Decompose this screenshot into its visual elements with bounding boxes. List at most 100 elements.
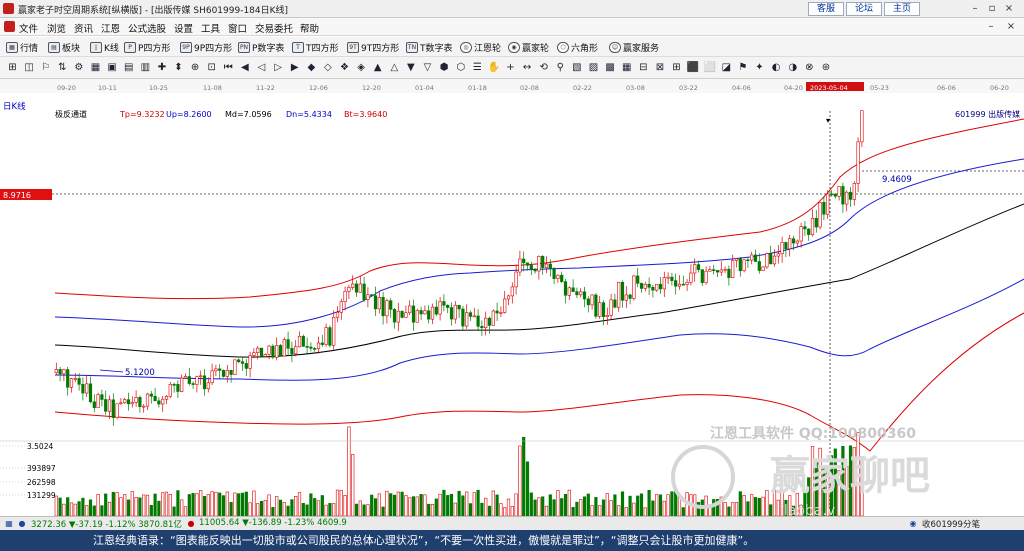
draw-tool-icon-5[interactable]: ▦: [89, 61, 102, 74]
draw-tool-icon-3[interactable]: ⇅: [56, 61, 69, 74]
watermark-brand: 赢家聊吧: [770, 453, 930, 499]
p-square-button[interactable]: P P四方形: [124, 40, 170, 54]
volume-bar: [62, 503, 66, 516]
draw-tool-icon-28[interactable]: ☰: [471, 61, 484, 74]
9t-square-button[interactable]: 9T 9T四方形: [347, 40, 399, 54]
menu-gann[interactable]: 江恩: [101, 21, 120, 35]
draw-tool-icon-33[interactable]: ⚲: [554, 61, 567, 74]
sector-button[interactable]: ▤ 板块: [48, 40, 80, 54]
draw-tool-icon-19[interactable]: ◇: [321, 61, 334, 74]
draw-tool-icon-15[interactable]: ◁: [255, 61, 268, 74]
gann-wheel-button[interactable]: ◎ 江恩轮: [460, 40, 501, 54]
draw-tool-icon-38[interactable]: ⊟: [637, 61, 650, 74]
candle-body: [104, 399, 108, 412]
menu-settings[interactable]: 设置: [174, 21, 193, 35]
forum-link[interactable]: 论坛: [846, 2, 882, 16]
draw-tool-icon-7[interactable]: ▤: [122, 61, 135, 74]
candle-body: [480, 326, 484, 329]
draw-tool-icon-12[interactable]: ⊡: [205, 61, 218, 74]
kline-chart[interactable]: 09-20 10-11 10-25 11-08 11-22 12-06 12-20 01-04…: [0, 79, 1024, 516]
9p-square-button[interactable]: 9P 9P四方形: [180, 40, 232, 54]
draw-tool-icon-44[interactable]: ⚑: [736, 61, 749, 74]
kline-chart-panel[interactable]: 09-20 10-11 10-25 11-08 11-22 12-06 12-20 01-04…: [0, 79, 1024, 516]
winner-wheel-button[interactable]: ◉ 赢家轮: [508, 40, 549, 54]
draw-tool-icon-16[interactable]: ▷: [272, 61, 285, 74]
draw-tool-icon-42[interactable]: ⬜: [703, 61, 716, 74]
draw-tool-icon-29[interactable]: ✋: [487, 61, 500, 74]
menu-help[interactable]: 帮助: [300, 21, 319, 35]
menu-browse[interactable]: 浏览: [47, 21, 66, 35]
draw-tool-icon-46[interactable]: ◐: [770, 61, 783, 74]
menu-tools[interactable]: 工具: [201, 21, 220, 35]
draw-tool-icon-9[interactable]: ✚: [155, 61, 168, 74]
hexagon-button[interactable]: ⬡ 六角形: [557, 40, 598, 54]
menu-news[interactable]: 资讯: [74, 21, 93, 35]
draw-tool-icon-8[interactable]: ▥: [139, 61, 152, 74]
draw-tool-icon-10[interactable]: ⬍: [172, 61, 185, 74]
draw-tool-icon-36[interactable]: ▩: [604, 61, 617, 74]
candle-body: [457, 304, 461, 310]
draw-tool-icon-6[interactable]: ▣: [106, 61, 119, 74]
winner-service-button[interactable]: ☺ 赢家服务: [609, 40, 659, 54]
draw-tool-icon-21[interactable]: ◈: [355, 61, 368, 74]
restore-icon[interactable]: ▫: [985, 2, 999, 16]
draw-tool-icon-2[interactable]: ⚐: [39, 61, 52, 74]
draw-tool-icon-30[interactable]: +: [504, 61, 517, 74]
draw-tool-icon-13[interactable]: ⏮: [222, 61, 235, 74]
draw-tool-icon-4[interactable]: ⚙: [72, 61, 85, 74]
candle-body: [324, 327, 328, 345]
draw-tool-icon-34[interactable]: ▧: [570, 61, 583, 74]
menu-window[interactable]: 窗口: [228, 21, 247, 35]
draw-tool-icon-32[interactable]: ⟲: [537, 61, 550, 74]
volume-bar: [529, 492, 533, 516]
draw-tool-icon-25[interactable]: ▽: [421, 61, 434, 74]
candle-body: [126, 399, 131, 405]
menu-formula[interactable]: 公式选股: [128, 21, 166, 35]
draw-tool-icon-49[interactable]: ⊛: [819, 61, 832, 74]
menu-trade[interactable]: 交易委托: [255, 21, 293, 35]
candle-body: [586, 298, 590, 306]
draw-tool-icon-47[interactable]: ◑: [786, 61, 799, 74]
draw-tool-icon-14[interactable]: ◀: [238, 61, 251, 74]
mdi-minimize-icon[interactable]: –: [984, 20, 998, 34]
date-tick-label: 12-06: [309, 84, 328, 92]
home-link[interactable]: 主页: [884, 2, 920, 16]
gann-quote-ticker: 江恩经典语录：“图表能反映出一切股市或公司股民的总体心理状况”，“不要一次性买进…: [0, 530, 1024, 551]
customer-service-link[interactable]: 客服: [808, 2, 844, 16]
kline-button[interactable]: ǀ K线: [90, 40, 119, 54]
draw-tool-icon-17[interactable]: ▶: [288, 61, 301, 74]
draw-tool-icon-43[interactable]: ◪: [720, 61, 733, 74]
draw-tool-icon-48[interactable]: ⊗: [803, 61, 816, 74]
draw-tool-icon-11[interactable]: ⊕: [189, 61, 202, 74]
minimize-icon[interactable]: –: [968, 2, 982, 16]
t-square-button[interactable]: T T四方形: [292, 40, 339, 54]
volume-bar: [537, 497, 541, 516]
candle-body: [66, 369, 70, 388]
draw-tool-icon-20[interactable]: ❖: [338, 61, 351, 74]
draw-tool-icon-35[interactable]: ▨: [587, 61, 600, 74]
p-number-button[interactable]: PN P数字表: [238, 40, 284, 54]
draw-tool-icon-37[interactable]: ▦: [620, 61, 633, 74]
draw-tool-icon-0[interactable]: ⊞: [6, 61, 19, 74]
menu-file[interactable]: 文件: [19, 21, 38, 35]
quotes-button[interactable]: ▦ 行情: [6, 40, 38, 54]
mdi-close-icon[interactable]: ×: [1004, 20, 1018, 34]
draw-tool-icon-40[interactable]: ⊞: [670, 61, 683, 74]
draw-tool-icon-1[interactable]: ◫: [23, 61, 36, 74]
draw-tool-icon-24[interactable]: ▼: [404, 61, 417, 74]
t-number-button[interactable]: TN T数字表: [406, 40, 453, 54]
draw-tool-icon-18[interactable]: ◆: [305, 61, 318, 74]
draw-tool-icon-41[interactable]: ⬛: [687, 61, 700, 74]
draw-tool-icon-26[interactable]: ⬢: [438, 61, 451, 74]
status-radio-icon[interactable]: ◉: [908, 519, 918, 529]
draw-tool-icon-27[interactable]: ⬡: [454, 61, 467, 74]
draw-tool-icon-45[interactable]: ✦: [753, 61, 766, 74]
candle-body: [639, 283, 644, 289]
candle-body: [518, 258, 522, 273]
draw-tool-icon-22[interactable]: ▲: [371, 61, 384, 74]
candle-body: [377, 297, 381, 310]
draw-tool-icon-39[interactable]: ⊠: [653, 61, 666, 74]
draw-tool-icon-23[interactable]: △: [388, 61, 401, 74]
draw-tool-icon-31[interactable]: ↔: [521, 61, 534, 74]
close-icon[interactable]: ×: [1002, 2, 1016, 16]
